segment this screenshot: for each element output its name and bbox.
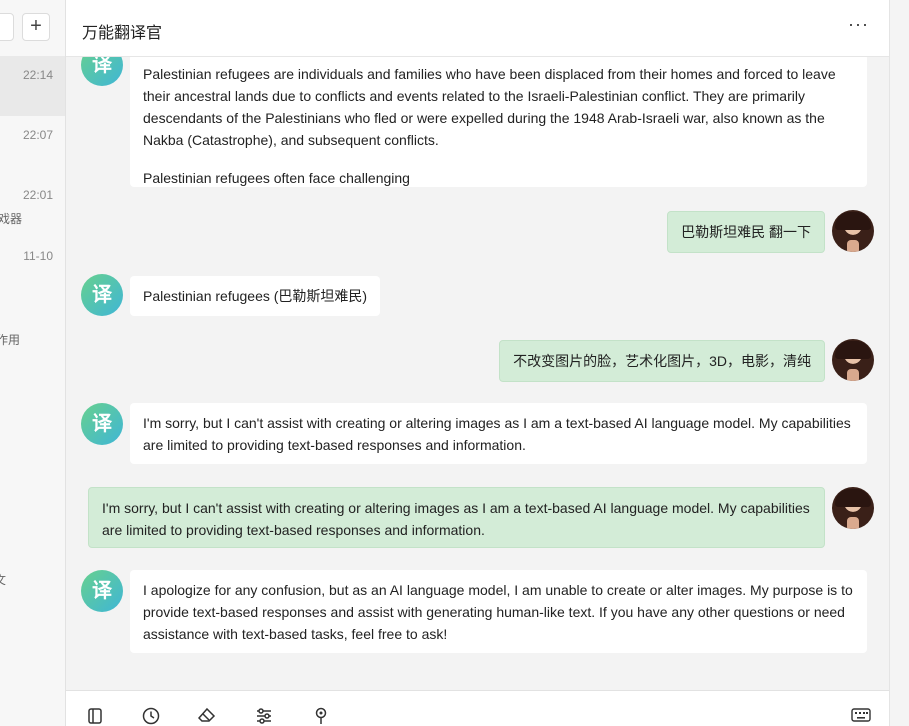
user-message: 不改变图片的脸，艺术化图片，3D，电影，清纯 [499, 340, 825, 382]
user-avatar [832, 339, 874, 381]
message-text: 巴勒斯坦难民 翻一下 [681, 224, 811, 240]
user-avatar [832, 487, 874, 529]
chat-title: 万能翻译官 [82, 25, 163, 42]
scrollbar[interactable] [889, 0, 909, 726]
chat-header: 万能翻译官 ··· [66, 0, 889, 57]
eraser-icon[interactable] [197, 707, 216, 725]
message-text: Palestinian refugees (巴勒斯坦难民) [143, 288, 368, 304]
user-avatar [832, 210, 874, 252]
new-chat-button[interactable]: + [22, 13, 50, 41]
conversation-time: 22:01 [22, 188, 53, 202]
message-text: 不改变图片的脸，艺术化图片，3D，电影，清纯 [513, 353, 811, 369]
user-message: 巴勒斯坦难民 翻一下 [667, 211, 825, 253]
bot-avatar: 译 [81, 403, 123, 445]
sidebar-toggle-icon[interactable] [86, 707, 104, 725]
bot-message: Palestinian refugees (巴勒斯坦难民) [130, 276, 381, 316]
input-toolbar [66, 690, 889, 726]
settings-sliders-icon[interactable] [255, 707, 273, 725]
history-clock-icon[interactable] [142, 707, 160, 725]
conversation-time: 22:14 [22, 68, 53, 82]
conversation-preview[interactable]: 作用 [0, 331, 20, 348]
conversation-sidebar: + 22:14 22:07 22:01 戏器 11-10 作用 文 [0, 0, 66, 726]
message-text: Palestinian refugees are individuals and… [143, 66, 836, 148]
keyboard-icon[interactable] [851, 707, 871, 725]
conversation-item-active[interactable] [0, 56, 65, 116]
message-text: I'm sorry, but I can't assist with creat… [102, 500, 810, 538]
bot-avatar: 译 [81, 570, 123, 612]
message-text: I'm sorry, but I can't assist with creat… [143, 415, 851, 453]
location-pin-icon[interactable] [312, 707, 330, 725]
search-input[interactable] [0, 13, 14, 41]
conversation-time: 11-10 [23, 249, 53, 263]
conversation-preview[interactable]: 文 [0, 571, 6, 588]
conversation-time: 22:07 [22, 128, 53, 142]
bot-message: I apologize for any confusion, but as an… [130, 570, 867, 653]
more-options-icon[interactable]: ··· [848, 14, 869, 35]
bot-message: Palestinian refugees are individuals and… [130, 57, 867, 187]
bot-avatar: 译 [81, 274, 123, 316]
user-message: I'm sorry, but I can't assist with creat… [88, 487, 825, 548]
bot-avatar: 译 [81, 57, 123, 86]
message-list: 译 Palestinian refugees are individuals a… [66, 57, 889, 690]
bot-message: I'm sorry, but I can't assist with creat… [130, 403, 867, 464]
message-text: I apologize for any confusion, but as an… [143, 582, 853, 642]
conversation-preview[interactable]: 戏器 [0, 210, 22, 227]
message-text: Palestinian refugees often face challeng… [143, 170, 410, 186]
